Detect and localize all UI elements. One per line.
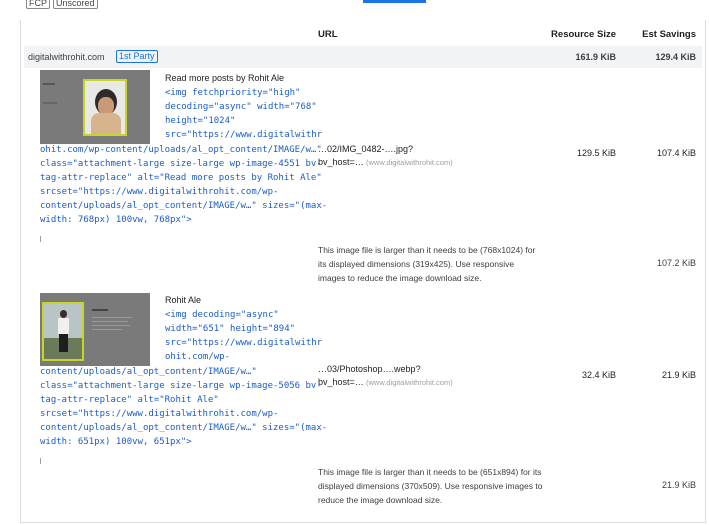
code-line: srcset="https://www.digitalwithrohit.com… <box>40 187 279 197</box>
group-domain: digitalwithrohit.com <box>28 52 105 62</box>
code-line: content/uploads/al_opt_content/IMAGE/w…"… <box>40 201 328 211</box>
code-line: <img fetchpriority="high" <box>165 88 301 98</box>
est-savings-value: 21.9 KiB <box>661 370 696 380</box>
code-line: height="1024" <box>165 116 236 126</box>
code-line: ohit.com/wp- <box>165 352 231 362</box>
filter-chip-unscored[interactable]: Unscored <box>53 0 98 9</box>
resource-url[interactable]: …03/Photoshop….webp? <box>318 364 421 374</box>
resource-size-value: 129.5 KiB <box>576 148 616 158</box>
code-line: tag-attr-replace" alt="Rohit Ale" <box>40 395 219 405</box>
code-line: content/uploads/al_opt_content/IMAGE/w…"… <box>40 423 328 433</box>
subitem-savings-value: 21.9 KiB <box>661 480 696 490</box>
resource-size-value: 32.4 KiB <box>581 370 616 380</box>
resource-host: (www.digitalwithrohit.com) <box>366 378 453 387</box>
code-line: src="https://www.digitalwithr <box>165 130 323 140</box>
node-label: Rohit Ale <box>165 295 202 305</box>
code-line: tag-attr-replace" alt="Read more posts b… <box>40 173 322 183</box>
group-est-savings: 129.4 KiB <box>655 52 696 62</box>
resource-host: (www.digitalwithrohit.com) <box>366 158 453 167</box>
column-header-resource-size: Resource Size <box>551 29 616 40</box>
column-header-est-savings: Est Savings <box>642 29 696 40</box>
code-line: content/uploads/al_opt_content/IMAGE/w…" <box>40 367 257 377</box>
tree-connector <box>40 458 41 464</box>
filter-chip-fcp[interactable]: FCP <box>26 0 50 9</box>
group-resource-size: 161.9 KiB <box>575 52 616 62</box>
code-line: srcset="https://www.digitalwithrohit.com… <box>40 409 279 419</box>
code-line: class="attachment-large size-large wp-im… <box>40 381 322 391</box>
subitem-savings-value: 107.2 KiB <box>656 258 696 268</box>
resource-url-query: bv_host=… <box>318 157 364 167</box>
tree-connector <box>40 236 41 242</box>
code-line: ohit.com/wp-content/uploads/al_opt_conte… <box>40 145 322 155</box>
resource-url-query: bv_host=… <box>318 377 364 387</box>
resource-url[interactable]: …02/IMG_0482-….jpg? <box>318 144 413 154</box>
code-line: class="attachment-large size-large wp-im… <box>40 159 322 169</box>
portrait-photo <box>83 79 127 136</box>
code-line: src="https://www.digitalwithr <box>165 338 323 348</box>
code-line: <img decoding="async" <box>165 310 279 320</box>
code-line: width="651" height="894" <box>165 324 296 334</box>
est-savings-value: 107.4 KiB <box>656 148 696 158</box>
code-line: width: 768px) 100vw, 768px"> <box>40 215 192 225</box>
element-thumbnail <box>40 70 150 144</box>
node-label: Read more posts by Rohit Ale <box>165 73 285 83</box>
subitem-description: This image file is larger than it needs … <box>318 245 536 283</box>
column-header-url: URL <box>318 29 338 40</box>
code-line: decoding="async" width="768" <box>165 102 317 112</box>
code-line: width: 651px) 100vw, 651px"> <box>40 437 192 447</box>
portrait-photo <box>42 302 84 361</box>
subitem-description: This image file is larger than it needs … <box>318 467 543 505</box>
active-tab-indicator <box>363 0 426 3</box>
first-party-badge: 1st Party <box>116 50 158 63</box>
element-thumbnail <box>40 293 150 366</box>
